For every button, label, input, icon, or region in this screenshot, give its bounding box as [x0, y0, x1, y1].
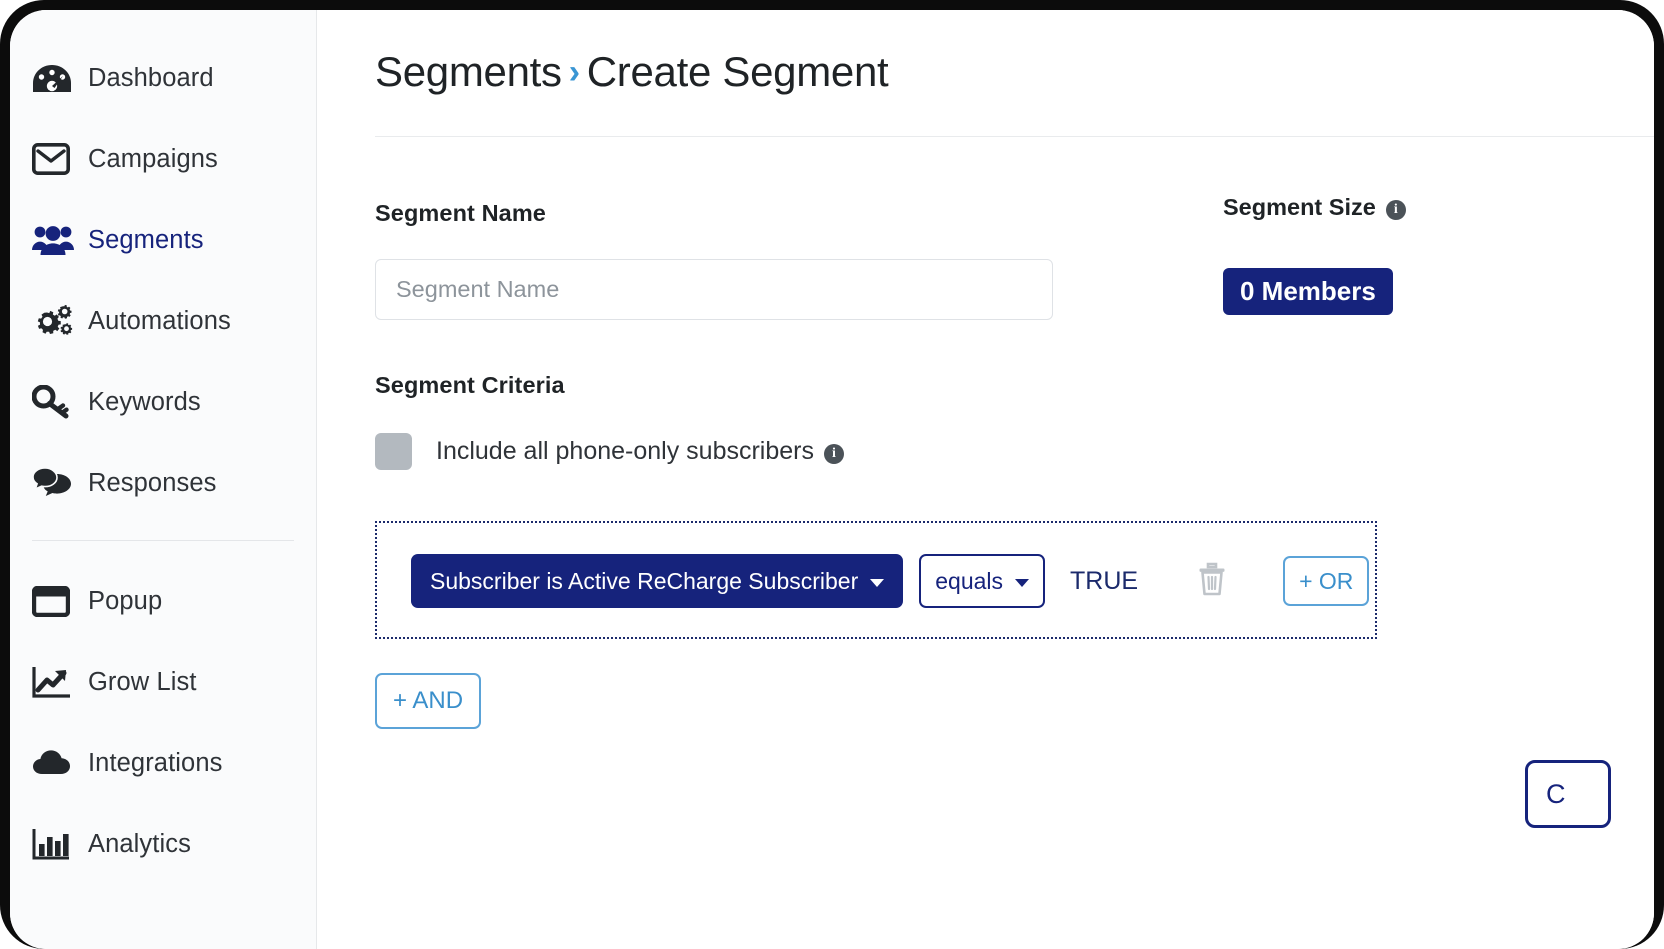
chevron-right-icon: › [562, 53, 587, 91]
cloud-icon [32, 745, 76, 781]
include-phone-only-text: Include all phone-only subscribers [436, 437, 814, 465]
segment-name-input[interactable] [375, 259, 1053, 320]
criteria-field-dropdown[interactable]: Subscriber is Active ReCharge Subscriber [411, 554, 903, 608]
criteria-row: Subscriber is Active ReCharge Subscriber… [411, 550, 1369, 612]
criteria-group: Subscriber is Active ReCharge Subscriber… [375, 521, 1377, 639]
sidebar: Dashboard Campaigns [10, 10, 317, 949]
chevron-down-icon [1015, 579, 1029, 587]
sidebar-item-analytics[interactable]: Analytics [10, 820, 316, 868]
segment-criteria-label: Segment Criteria [375, 372, 565, 399]
sidebar-item-popup[interactable]: Popup [10, 577, 316, 625]
sidebar-item-campaigns[interactable]: Campaigns [10, 135, 316, 183]
sidebar-item-label: Responses [88, 469, 216, 498]
info-icon[interactable]: i [1386, 200, 1406, 220]
segment-size-label: Segment Size i [1223, 194, 1406, 221]
sidebar-item-segments[interactable]: Segments [10, 216, 316, 264]
chevron-down-icon [870, 579, 884, 587]
window-icon [32, 583, 76, 619]
corner-cutoff-button[interactable]: C [1525, 760, 1611, 828]
include-phone-only-label: Include all phone-only subscribers i [436, 437, 844, 466]
main-content: Segments›Create Segment Segment Name Seg… [317, 10, 1654, 949]
sidebar-item-label: Popup [88, 587, 162, 616]
trash-icon [1197, 561, 1227, 602]
add-or-condition-button[interactable]: + OR [1283, 556, 1369, 606]
sidebar-item-label: Analytics [88, 830, 191, 859]
users-group-icon [32, 222, 76, 258]
sidebar-item-label: Dashboard [88, 64, 214, 93]
trend-up-icon [32, 664, 76, 700]
sidebar-item-label: Integrations [88, 749, 222, 778]
sidebar-item-label: Automations [88, 307, 231, 336]
dashboard-gauge-icon [32, 60, 76, 96]
sidebar-item-responses[interactable]: Responses [10, 459, 316, 507]
criteria-operator-label: equals [935, 568, 1003, 595]
chat-bubbles-icon [32, 465, 76, 501]
sidebar-item-label: Segments [88, 226, 204, 255]
delete-criteria-button[interactable] [1195, 561, 1229, 601]
criteria-value: TRUE [1070, 567, 1138, 596]
segment-name-label: Segment Name [375, 200, 546, 227]
header-divider [375, 136, 1654, 137]
sidebar-item-keywords[interactable]: Keywords [10, 378, 316, 426]
gears-icon [32, 303, 76, 339]
segment-size-members-badge: 0 Members [1223, 268, 1393, 315]
sidebar-item-label: Campaigns [88, 145, 218, 174]
phone-only-row: Include all phone-only subscribers i [375, 433, 844, 470]
criteria-operator-dropdown[interactable]: equals [919, 554, 1045, 608]
sidebar-item-label: Grow List [88, 668, 197, 697]
sidebar-primary-group: Dashboard Campaigns [10, 10, 316, 868]
key-icon [32, 384, 76, 420]
sidebar-item-automations[interactable]: Automations [10, 297, 316, 345]
add-and-condition-button[interactable]: + AND [375, 673, 481, 729]
include-phone-only-checkbox[interactable] [375, 433, 412, 470]
info-icon[interactable]: i [824, 444, 844, 464]
breadcrumb-parent-segments[interactable]: Segments [375, 48, 562, 95]
sidebar-item-integrations[interactable]: Integrations [10, 739, 316, 787]
segment-size-text: Segment Size [1223, 194, 1376, 220]
sidebar-item-dashboard[interactable]: Dashboard [10, 54, 316, 102]
sidebar-item-grow-list[interactable]: Grow List [10, 658, 316, 706]
breadcrumb: Segments›Create Segment [375, 48, 888, 96]
sidebar-divider [32, 540, 294, 541]
breadcrumb-current: Create Segment [587, 48, 889, 95]
window-inner: Dashboard Campaigns [10, 10, 1654, 949]
app-window: Dashboard Campaigns [0, 0, 1664, 949]
sidebar-item-label: Keywords [88, 388, 201, 417]
envelope-icon [32, 141, 76, 177]
criteria-field-label: Subscriber is Active ReCharge Subscriber [430, 568, 858, 595]
bar-chart-icon [32, 826, 76, 862]
